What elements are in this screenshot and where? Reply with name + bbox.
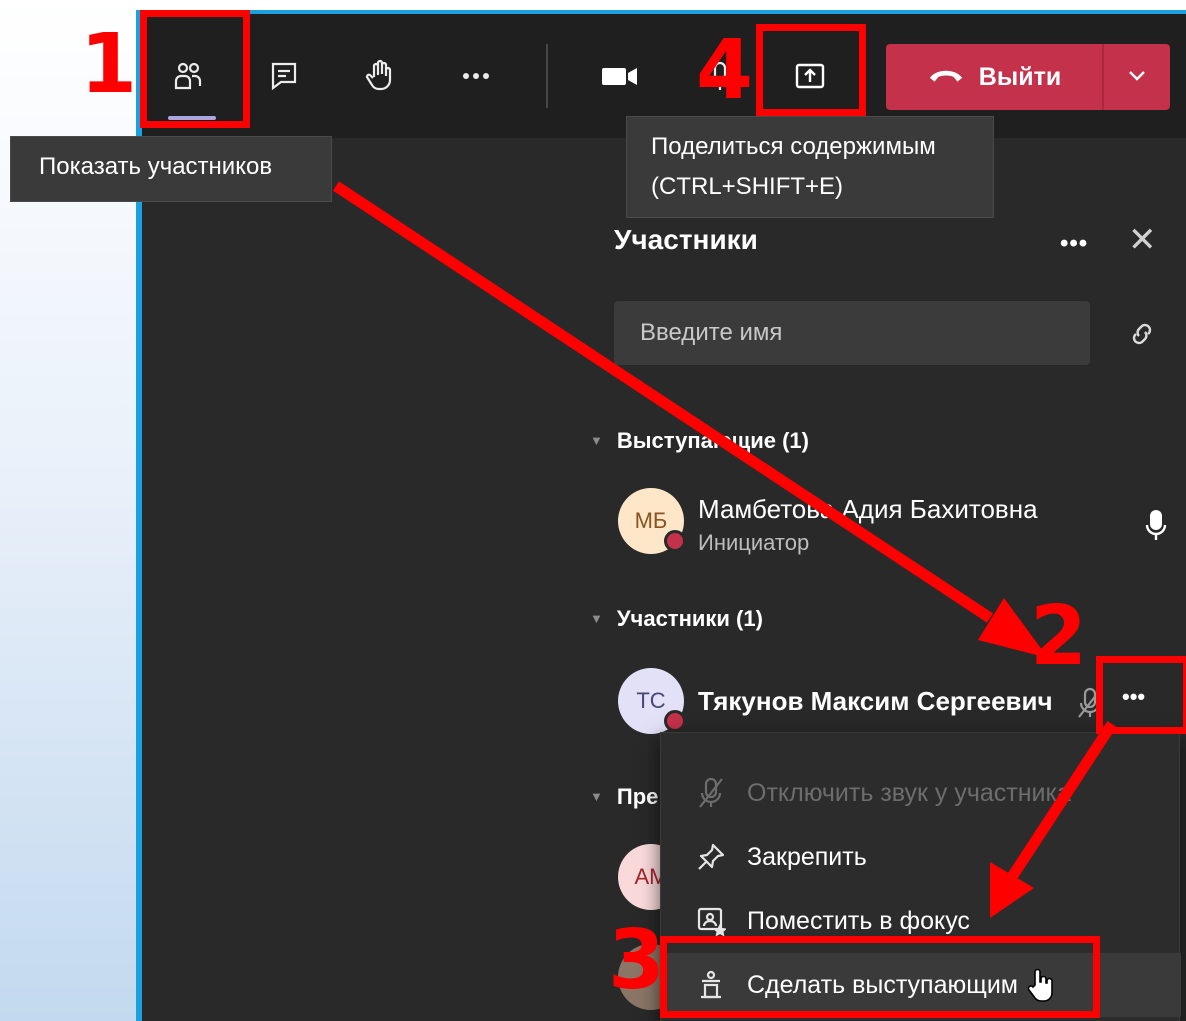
annotation-box-participants (140, 10, 250, 128)
annotation-step-2: 2 (1030, 589, 1088, 684)
annotation-step-3: 3 (608, 913, 666, 1008)
annotation-arrows (332, 181, 1117, 918)
annotation-step-1: 1 (80, 17, 138, 112)
annotation-box-make-presenter (660, 936, 1100, 1018)
annotation-box-more-options (1096, 656, 1186, 734)
annotation-step-4: 4 (696, 23, 754, 118)
annotation-box-share (756, 24, 866, 116)
